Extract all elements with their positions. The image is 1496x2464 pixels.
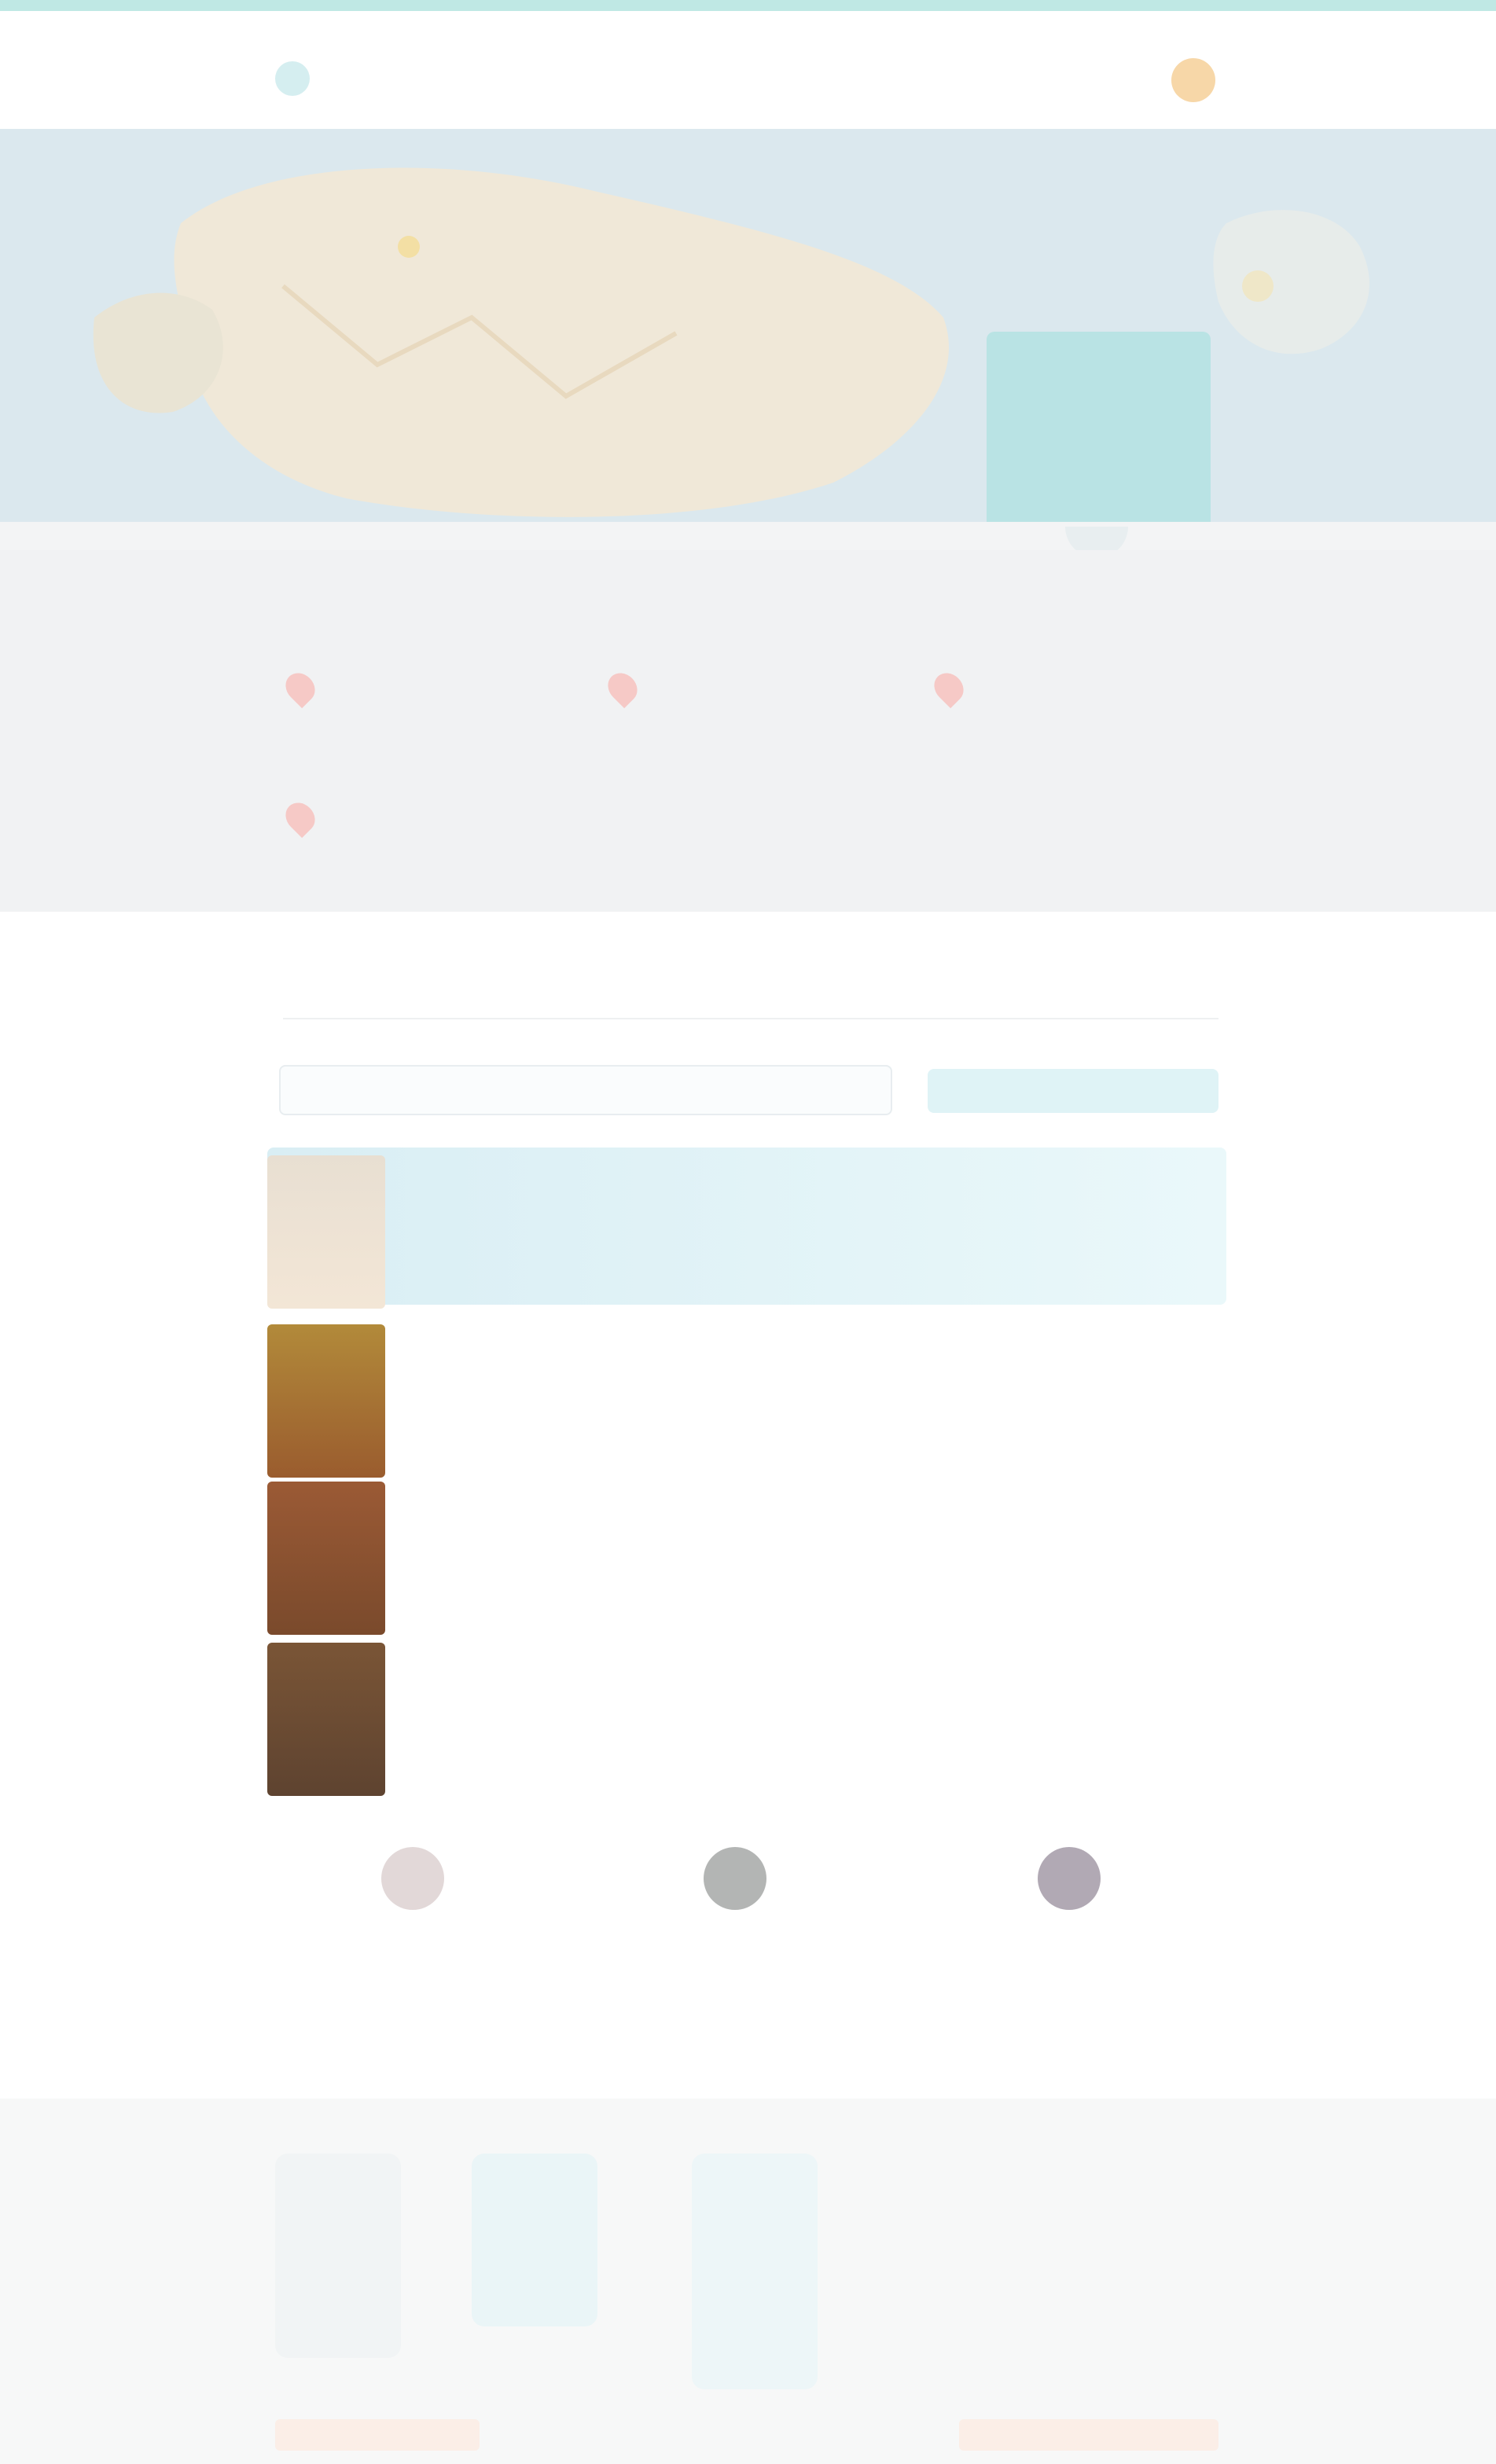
map-pin-icon: [928, 666, 970, 709]
listing-thumbnail: [267, 1155, 385, 1309]
avatar: [704, 1847, 766, 1910]
site-logo[interactable]: [275, 57, 574, 99]
listing-thumbnail: [267, 1482, 385, 1635]
listing-thumbnail: [267, 1324, 385, 1478]
list-item[interactable]: [267, 1474, 1226, 1635]
map-pin-icon: [279, 796, 322, 839]
listing-price: [1006, 1372, 1195, 1403]
list-item[interactable]: [267, 1316, 1226, 1478]
agent-card[interactable]: [299, 1823, 535, 2059]
avatar: [381, 1847, 444, 1910]
agent-card[interactable]: [621, 1823, 857, 2059]
user-avatar-icon[interactable]: [1171, 58, 1215, 102]
list-item[interactable]: [267, 1635, 1226, 1796]
footer-image: [472, 2154, 597, 2326]
feature-item[interactable]: [279, 796, 554, 849]
footer-image: [275, 2154, 401, 2358]
site-footer: [0, 2099, 1496, 2464]
agent-card[interactable]: [955, 1823, 1191, 2059]
listing-price: [1006, 1690, 1195, 1721]
listing-thumbnail: [267, 1643, 385, 1796]
list-item[interactable]: [267, 1148, 1226, 1309]
promo-card: [987, 332, 1211, 522]
listing-list: [267, 1148, 1226, 1918]
footer-image: [692, 2154, 818, 2389]
view-all-button[interactable]: [928, 1069, 1218, 1113]
features-section: [0, 550, 1496, 912]
agents-row: [0, 1823, 1496, 2091]
main-content: [0, 912, 1496, 2099]
map-pin-icon: [601, 666, 644, 709]
hero-map: [0, 129, 1496, 522]
avatar: [1038, 1847, 1101, 1910]
site-header: [0, 11, 1496, 129]
feature-item[interactable]: [601, 666, 861, 719]
feature-item[interactable]: [928, 666, 1218, 719]
search-input[interactable]: [279, 1065, 892, 1115]
footer-link[interactable]: [275, 2419, 480, 2451]
top-accent-strip: [0, 0, 1496, 11]
section-divider: [283, 1018, 1218, 1019]
feature-item[interactable]: [279, 666, 507, 719]
listing-price: [1006, 1529, 1195, 1560]
listing-price: [1006, 1203, 1195, 1234]
footer-link[interactable]: [959, 2419, 1218, 2451]
logo-icon: [275, 61, 310, 96]
map-pin-icon: [279, 666, 322, 709]
map-background: [0, 129, 1496, 522]
